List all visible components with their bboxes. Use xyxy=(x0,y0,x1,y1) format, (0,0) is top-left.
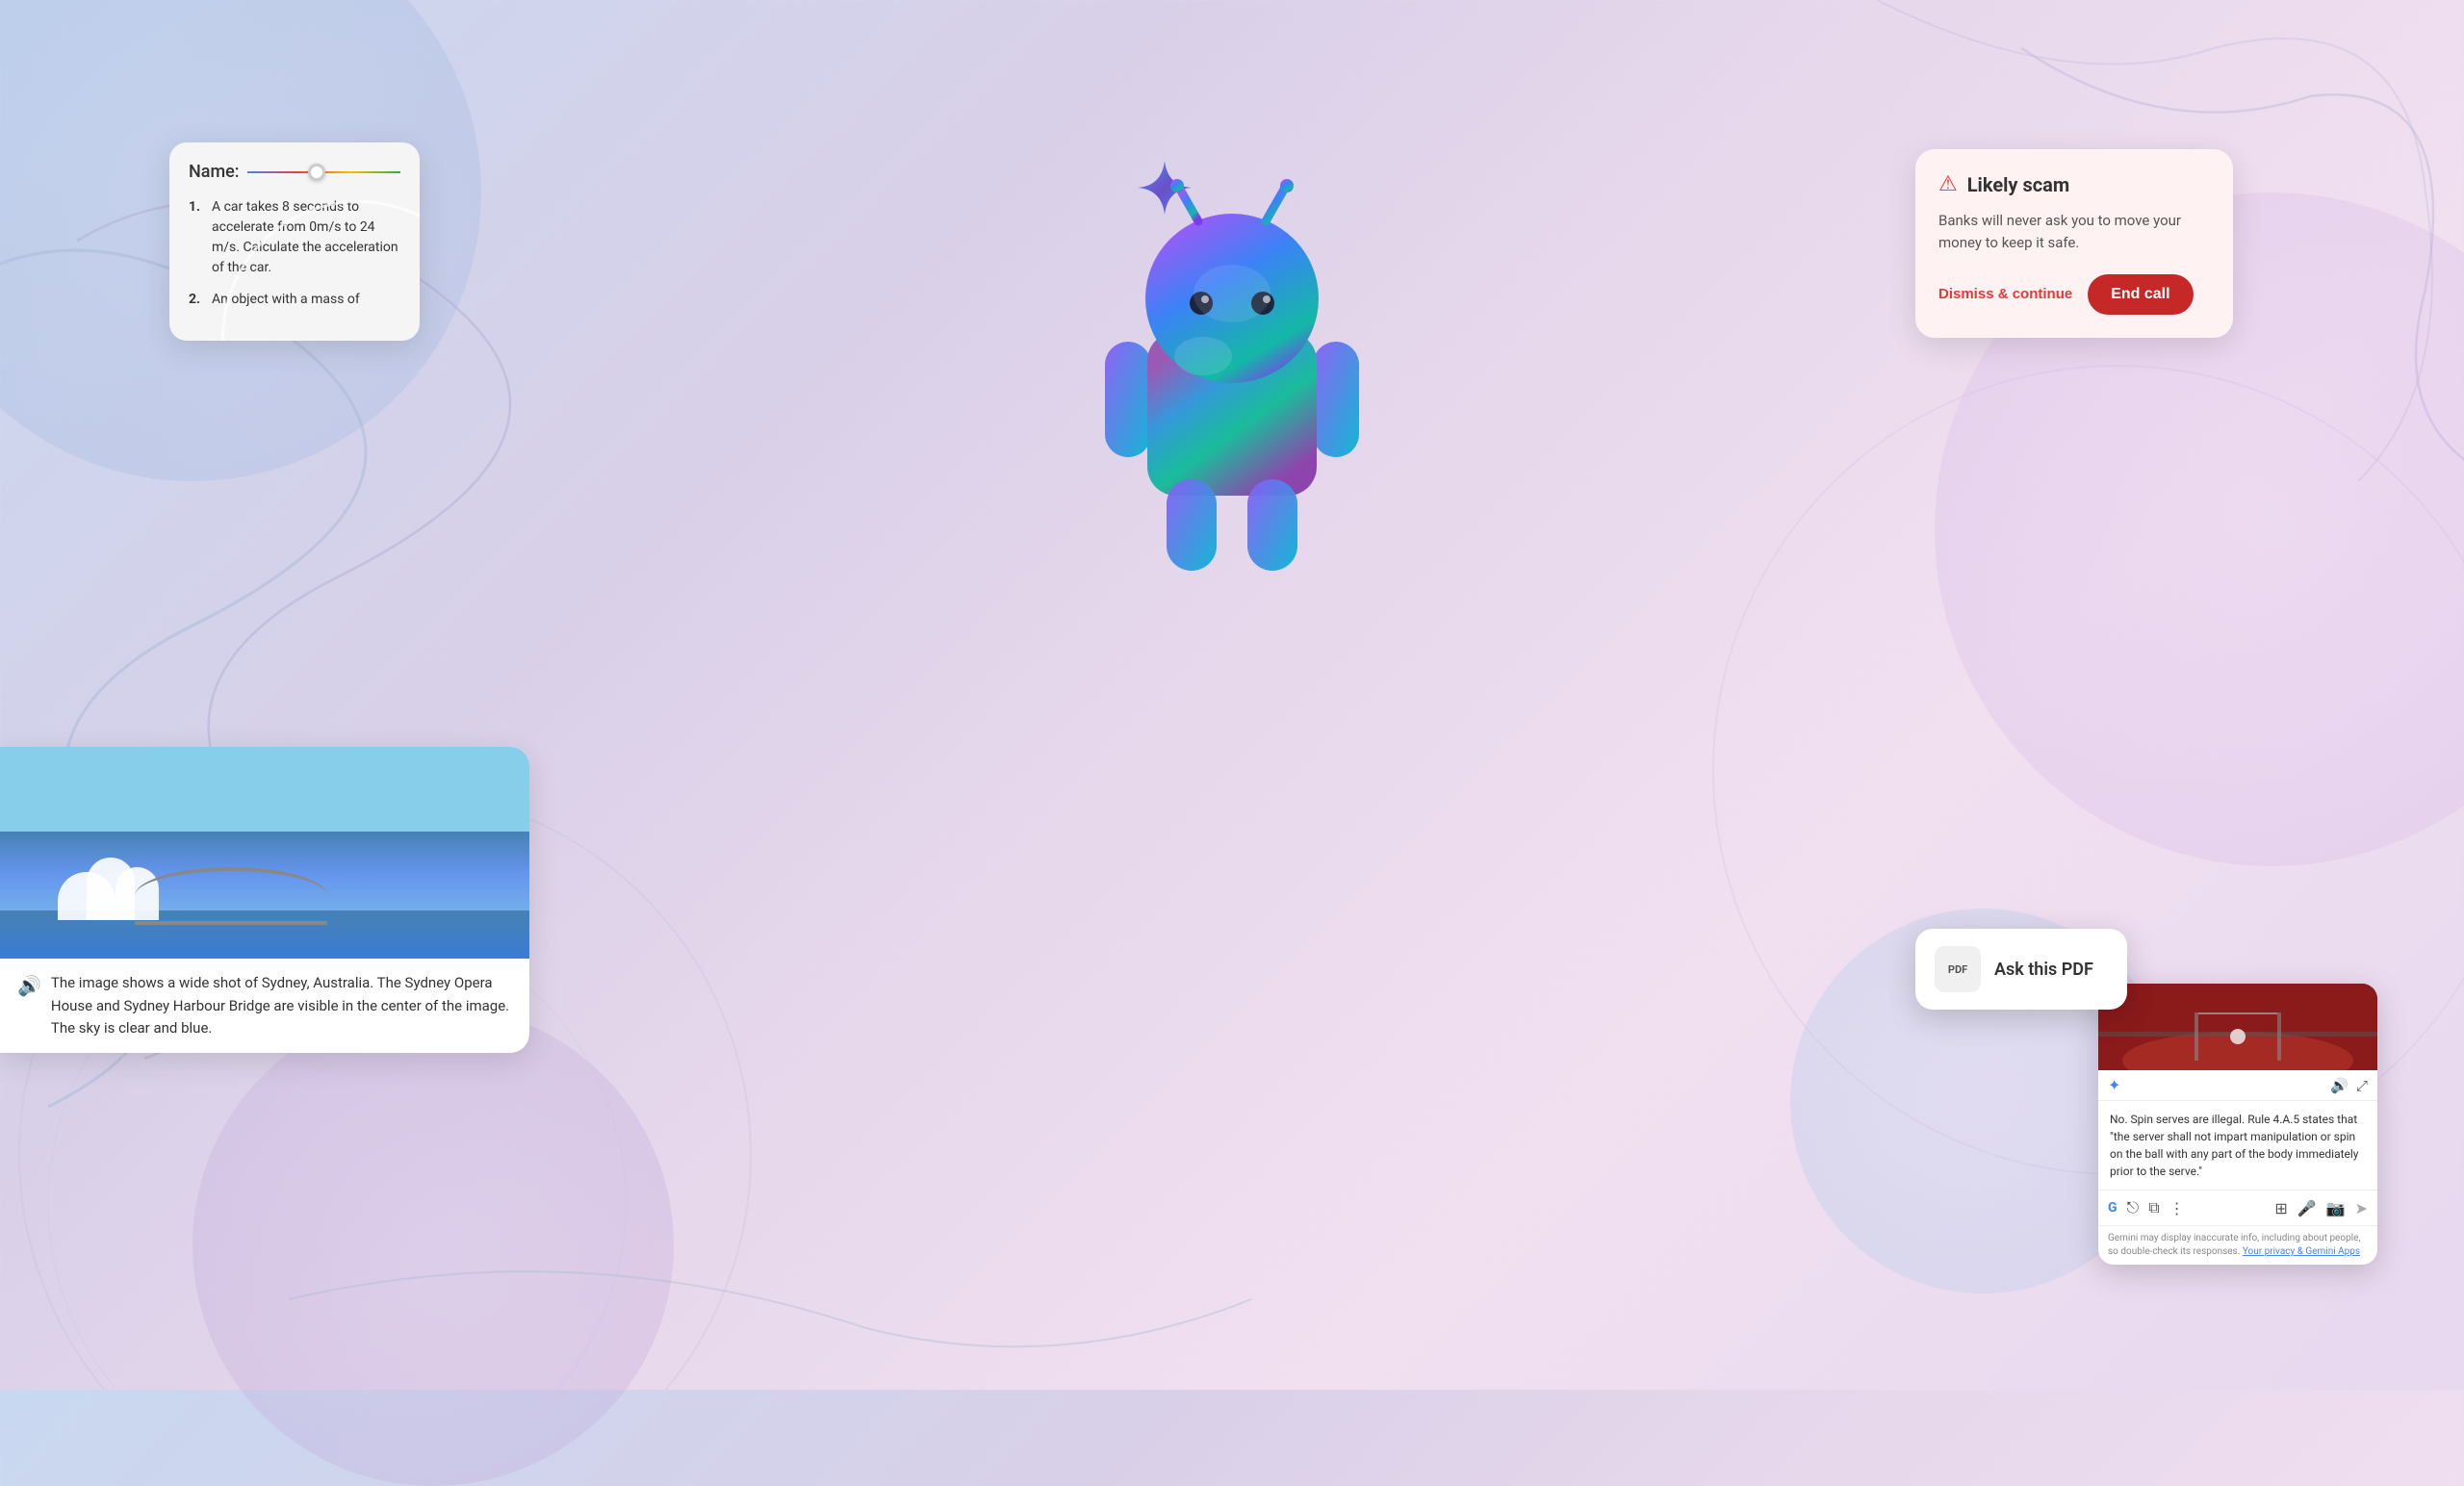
quiz-card: Name: 1. A car takes 8 seconds to accele… xyxy=(169,142,420,341)
speaker-icon: 🔊 xyxy=(17,974,41,997)
privacy-link[interactable]: Your privacy & Gemini Apps xyxy=(2243,1246,2360,1257)
pdf-icon-label: PDF xyxy=(1948,963,1967,976)
scam-header: ⚠ Likely scam xyxy=(1938,172,2210,196)
dismiss-continue-button[interactable]: Dismiss & continue xyxy=(1938,286,2072,302)
scam-title: Likely scam xyxy=(1967,173,2069,196)
harbour-bridge xyxy=(135,867,327,925)
gemini-spark-icon: ✦ xyxy=(2108,1076,2120,1094)
ask-pdf-card[interactable]: PDF Ask this PDF xyxy=(1915,929,2127,1010)
browser-toolbar: ✦ 🔊 ⤢ xyxy=(2098,1070,2377,1101)
bg-blob-2 xyxy=(192,1005,674,1486)
scam-actions: Dismiss & continue End call xyxy=(1938,274,2210,315)
quiz-item-2: 2. An object with a mass of xyxy=(189,290,400,310)
camera-icon[interactable]: 📷 xyxy=(2326,1199,2346,1217)
image-description-text: The image shows a wide shot of Sydney, A… xyxy=(51,972,512,1039)
copy-icon[interactable]: ⧉ xyxy=(2148,1198,2159,1217)
external-link-icon[interactable]: ⤢ xyxy=(2356,1077,2368,1094)
warning-icon: ⚠ xyxy=(1938,172,1958,196)
quiz-item-2-number: 2. xyxy=(189,290,206,310)
pdf-card-label: Ask this PDF xyxy=(1994,960,2093,980)
browser-footer-text: Gemini may display inaccurate info, incl… xyxy=(2098,1226,2377,1265)
quiz-name-label: Name: xyxy=(189,162,240,182)
quiz-name-row: Name: xyxy=(189,162,400,182)
scam-warning-card: ⚠ Likely scam Banks will never ask you t… xyxy=(1915,149,2233,338)
browser-ai-response: No. Spin serves are illegal. Rule 4.A.5 … xyxy=(2098,1101,2377,1191)
hb-road xyxy=(135,921,327,925)
send-icon[interactable]: ➤ xyxy=(2355,1199,2368,1217)
end-call-button[interactable]: End call xyxy=(2088,274,2193,315)
image-description-card: 🔊 The image shows a wide shot of Sydney,… xyxy=(0,747,529,1053)
quiz-name-underline xyxy=(247,171,400,173)
browser-photo-area xyxy=(2098,984,2377,1070)
quiz-item-1: 1. A car takes 8 seconds to accelerate f… xyxy=(189,197,400,278)
sydney-photo xyxy=(0,747,529,959)
pdf-icon: PDF xyxy=(1935,946,1981,992)
volume-icon[interactable]: 🔊 xyxy=(2330,1077,2348,1094)
browser-card: ✦ 🔊 ⤢ No. Spin serves are illegal. Rule … xyxy=(2098,984,2377,1265)
grid-icon[interactable]: ⊞ xyxy=(2274,1199,2287,1217)
quiz-name-dot xyxy=(308,164,325,181)
quiz-item-1-text: A car takes 8 seconds to accelerate from… xyxy=(212,197,400,278)
quiz-item-2-text: An object with a mass of xyxy=(212,290,360,310)
mic-icon[interactable]: 🎤 xyxy=(2297,1199,2317,1217)
scam-body-text: Banks will never ask you to move your mo… xyxy=(1938,210,2210,255)
google-icon[interactable]: G xyxy=(2108,1200,2118,1216)
share-icon[interactable]: ⎋ xyxy=(2127,1198,2140,1217)
browser-toolbar-icons: 🔊 ⤢ xyxy=(2330,1077,2368,1094)
browser-photo-svg xyxy=(2098,984,2377,1070)
image-desc-body: 🔊 The image shows a wide shot of Sydney,… xyxy=(0,959,529,1053)
more-icon[interactable]: ⋮ xyxy=(2169,1199,2185,1217)
quiz-item-1-number: 1. xyxy=(189,197,206,278)
hb-arch xyxy=(135,867,327,925)
android-mascot xyxy=(1088,173,1376,587)
browser-action-bar: G ⎋ ⧉ ⋮ ⊞ 🎤 📷 ➤ xyxy=(2098,1191,2377,1226)
